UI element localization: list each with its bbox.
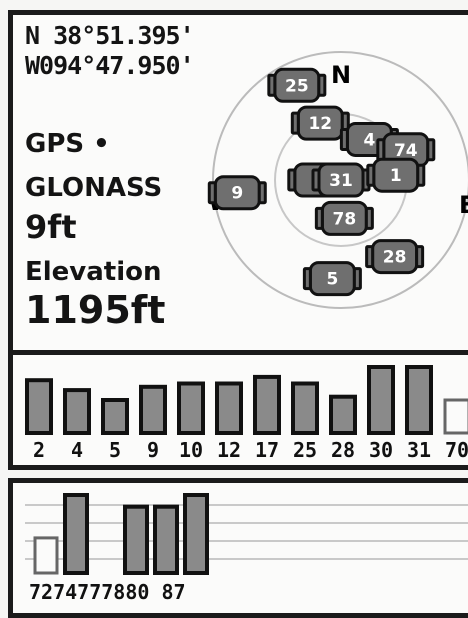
- signal-bar: [101, 398, 129, 435]
- gps-signal-panel: 2 4 5 9 10 12 17 25 28 30 31 70: [8, 350, 468, 470]
- sky-satellite: 9: [207, 175, 267, 211]
- signal-bar: [63, 388, 91, 435]
- signal-bar: [63, 493, 89, 575]
- signal-bar: [291, 381, 319, 435]
- sky-satellite-id: 78: [333, 209, 357, 229]
- north-label: N: [331, 61, 351, 89]
- signal-bar: [25, 378, 53, 435]
- signal-bar: [33, 536, 59, 575]
- signal-prn: 31: [407, 438, 431, 462]
- signal-prn: 25: [293, 438, 317, 462]
- signal-prn: 10: [179, 438, 203, 462]
- signal-bar: [183, 493, 209, 575]
- sky-view: N W E 25124742311978285: [207, 51, 468, 309]
- signal-bar: [177, 381, 205, 435]
- accuracy-value: 9ft: [25, 208, 77, 246]
- signal-bar: [329, 394, 357, 435]
- signal-bar: [253, 374, 281, 435]
- satellite-status-panel: N 38°51.395' W094°47.950' GPS • GLONASS …: [8, 10, 468, 358]
- sky-satellite-id: 4: [363, 130, 375, 150]
- sky-satellite: 25: [267, 67, 327, 103]
- signal-bar: [367, 365, 395, 435]
- signal-bar: [215, 381, 243, 435]
- signal-bar: [123, 504, 149, 576]
- signal-bar: [443, 398, 468, 435]
- sky-satellite: 31: [311, 162, 371, 198]
- signal-prn: 12: [217, 438, 241, 462]
- east-label: E: [459, 191, 468, 219]
- signal-prn: 70: [445, 438, 468, 462]
- signal-prn: 5: [109, 438, 121, 462]
- signal-prn: 2: [33, 438, 45, 462]
- gps-signal-chart: 2 4 5 9 10 12 17 25 28 30 31 70: [25, 365, 468, 462]
- signal-bar: [153, 504, 179, 576]
- sky-satellite-id: 31: [329, 171, 353, 191]
- signal-prn: 28: [331, 438, 355, 462]
- gps-status: GPS •: [25, 129, 110, 159]
- sky-satellite-id: 25: [285, 76, 309, 96]
- sky-satellite-id: 1: [390, 166, 402, 186]
- signal-prn: 30: [369, 438, 393, 462]
- signal-bar: [405, 365, 433, 435]
- latitude: N 38°51.395': [25, 21, 195, 50]
- glonass-signal-panel: 7274777880 87: [8, 478, 468, 618]
- glonass-status: GLONASS: [25, 173, 163, 203]
- sky-satellite: 5: [302, 261, 362, 297]
- glonass-prn-row: 7274777880 87: [29, 580, 186, 604]
- sky-satellite-id: 9: [231, 184, 243, 204]
- sky-satellite-id: 5: [326, 270, 338, 290]
- sky-satellite: 28: [365, 239, 425, 275]
- signal-bar: [139, 384, 167, 435]
- glonass-signal-chart: 7274777880 87: [25, 493, 468, 604]
- signal-prn: 4: [71, 438, 83, 462]
- longitude: W094°47.950': [25, 51, 195, 80]
- sky-satellite-id: 12: [308, 114, 332, 134]
- sky-satellite-id: 28: [383, 248, 407, 268]
- sky-satellite: 78: [314, 200, 374, 236]
- signal-prn: 17: [255, 438, 279, 462]
- signal-prn: 9: [147, 438, 159, 462]
- elevation-value: 1195ft: [25, 288, 166, 332]
- sky-satellite: 1: [366, 157, 426, 193]
- elevation-label: Elevation: [25, 257, 162, 287]
